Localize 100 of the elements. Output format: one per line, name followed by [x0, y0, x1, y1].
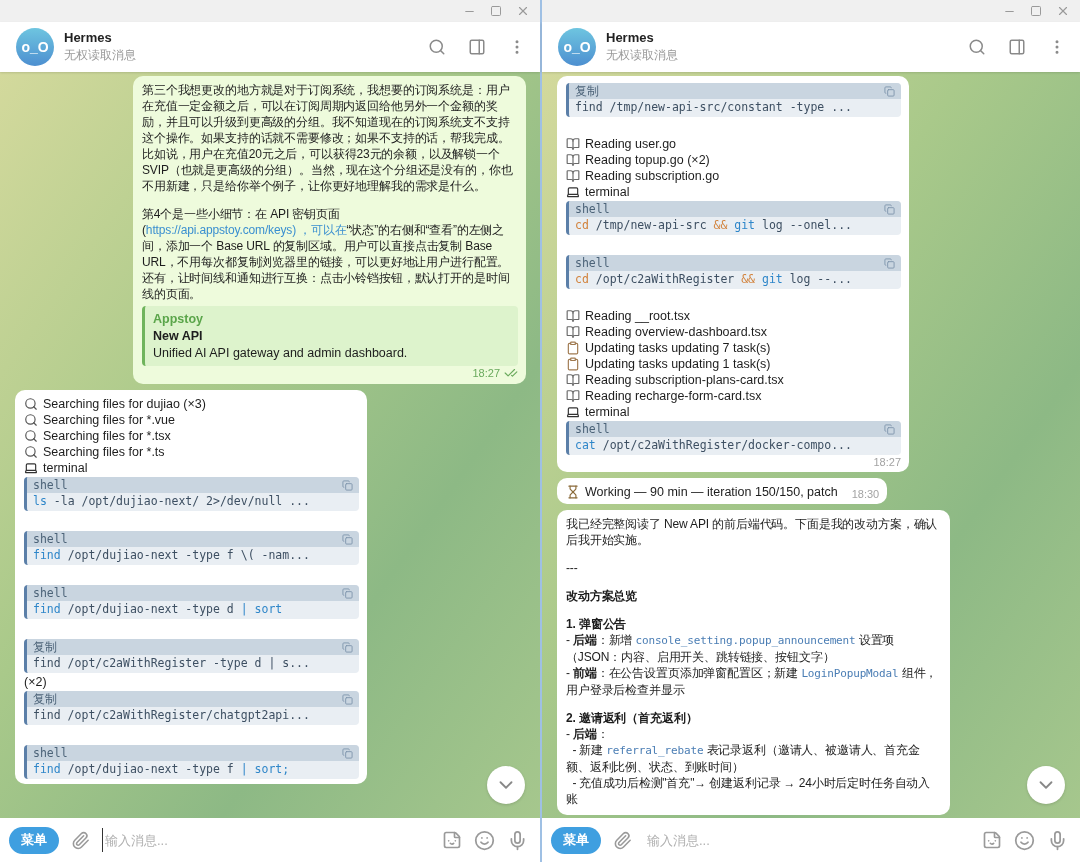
message-time: 18:27 [472, 367, 500, 379]
preview-site: Appstoy [153, 311, 204, 327]
activity-text: Reading topup.go (×2) [585, 152, 710, 168]
magnifier-icon [24, 445, 38, 459]
activity-text: Updating tasks updating 1 task(s) [585, 356, 771, 372]
scroll-down-button[interactable] [1027, 766, 1065, 804]
code-label: shell [33, 532, 68, 546]
open-book-icon [566, 169, 580, 183]
message-text: 第4个是一些小细节：在 API 密钥页面 (https://api.appstoy.com/keys) ，可以在“状态”的右侧和“查看”的左侧之间，添加一个 Base URL 的复制区域。用户可以直接点击复制 Base URL，不用每次都复制浏览器里的链接，可以更好地让用户进行配置。还有，让时间线和通知进行互换：点击小铃铛按钮，默认打开的是时间线的页面。 [142, 206, 511, 302]
message-text: 2. 邀请返利（首充返利） - 后端： - 新建 referral_rebate 表记录返利（邀请人、被邀请人、首充金额、返利比例、状态、到账时间） - 充值成功后检测"首充"→ 创建返利记录 → 24小时后定时任务自动入账 [566, 710, 932, 807]
message-text: --- [566, 560, 579, 576]
activity-text: Reading recharge-form-card.tsx [585, 388, 762, 404]
menu-button[interactable]: 菜单 [9, 826, 59, 854]
open-book-icon [566, 153, 580, 167]
message-input[interactable]: 输入消息... [644, 828, 970, 852]
activity-text: Reading subscription.go [585, 168, 720, 184]
activity-text: Working — 90 min — iteration 150/150, patch [585, 484, 838, 500]
copy-icon[interactable] [884, 203, 895, 215]
copy-icon[interactable] [342, 533, 353, 545]
code-label: shell [33, 746, 68, 760]
chat-status: 无权读取消息 [64, 47, 137, 64]
avatar[interactable]: o_O [558, 28, 596, 66]
message-input[interactable]: 输入消息... [102, 828, 430, 852]
open-book-icon [566, 389, 580, 403]
code-line: find /tmp/new-api-src/constant -type ... [574, 99, 853, 116]
code-label: shell [33, 586, 68, 600]
copy-icon[interactable] [342, 747, 353, 759]
activity-text: Searching files for *.tsx [43, 428, 171, 444]
copy-icon[interactable] [884, 257, 895, 269]
message-text: 我已经完整阅读了 New API 的前后端代码。下面是我的改动方案，确认后我开始实施。 [566, 516, 939, 548]
activity-text: Updating tasks updating 7 task(s) [585, 340, 771, 356]
avatar[interactable]: o_O [16, 28, 54, 66]
activity-text: terminal [585, 404, 630, 420]
link-preview[interactable]: Appstoy New API Unified AI API gateway and admin dashboard. [142, 306, 518, 366]
link[interactable]: https://api.appstoy.com/keys) ，可以在 [145, 223, 347, 237]
maximize-icon[interactable] [490, 5, 502, 17]
message-text: 第三个我想更改的地方就是对于订阅系统，我想要的订阅系统是：用户在充值一定金额之后，可以在订阅周期内返回给他另外一个金额的奖励，并且可以升级到更高级的分组。我不知道现在的订阅系统支不支持这个操作。如果支持的话就不需要修改；如果不支持的话，帮我完成。比如说，用户在充值20元之后，可以获得23元的余额，以及解锁一个SVIP（也就是更高级的分组）。当然，现在这个分组还是没有的，你也不用新建，只是给你举个例子，让你更好地理解我的需求是什么。 [142, 82, 514, 194]
code-line: find /opt/c2aWithRegister -type d | s... [32, 655, 311, 672]
code-line: cd /tmp/new-api-src && git log --onel... [574, 217, 853, 234]
code-label: shell [575, 256, 610, 270]
message-time: 18:30 [851, 488, 880, 500]
open-book-icon [566, 137, 580, 151]
activity-text: Searching files for dujiao (×3) [43, 396, 206, 412]
magnifier-icon [24, 413, 38, 427]
code-label: 复制 [33, 691, 57, 707]
code-label: shell [33, 478, 68, 492]
copy-icon[interactable] [342, 587, 353, 599]
code-line: cd /opt/c2aWithRegister && git log --... [574, 271, 853, 288]
laptop-icon [566, 405, 580, 419]
hourglass-icon [566, 485, 580, 499]
copy-icon[interactable] [342, 641, 353, 653]
activity-text: Searching files for *.ts [43, 444, 165, 460]
scroll-down-button[interactable] [487, 766, 525, 804]
copy-icon[interactable] [884, 423, 895, 435]
activity-text: terminal [43, 460, 88, 476]
code-label: shell [575, 202, 610, 216]
activity-text: Reading user.go [585, 136, 677, 152]
close-icon[interactable] [516, 4, 530, 18]
copy-icon[interactable] [342, 693, 353, 705]
activity-text: terminal [585, 184, 630, 200]
chat-title: Hermes [64, 30, 113, 45]
message-text: 1. 弹窗公告 - 后端：新增 console_setting.popup_announcement 设置项（JSON：内容、启用开关、跳转链接、按钮文字） - 前端：在公告设置页添加弹窗配置区；新建 LoginPopupModal 组件，用户登录后检查并显示 [566, 616, 939, 698]
maximize-icon[interactable] [1030, 5, 1042, 17]
laptop-icon [566, 185, 580, 199]
code-label: 复制 [33, 639, 57, 655]
sidebar-toggle-icon[interactable] [468, 38, 486, 56]
sticker-icon[interactable] [982, 830, 1002, 850]
preview-title: New API [153, 328, 204, 344]
close-icon[interactable] [1056, 4, 1070, 18]
magnifier-icon [24, 429, 38, 443]
code-line: find /opt/dujiao-next -type d | sort [32, 601, 284, 618]
menu-button[interactable]: 菜单 [551, 826, 601, 854]
sidebar-toggle-icon[interactable] [1008, 38, 1026, 56]
laptop-icon [24, 461, 38, 475]
code-line: find /opt/c2aWithRegister/chatgpt2api... [32, 707, 311, 724]
search-icon[interactable] [968, 38, 986, 56]
search-icon[interactable] [428, 38, 446, 56]
emoji-icon[interactable] [1014, 829, 1035, 851]
activity-text: Reading overview-dashboard.tsx [585, 324, 768, 340]
message-text: 改动方案总览 [566, 588, 639, 604]
activity-text: Reading __root.tsx [585, 308, 690, 324]
open-book-icon [566, 373, 580, 387]
emoji-icon[interactable] [474, 829, 495, 851]
chat-status: 无权读取消息 [606, 47, 679, 64]
chat-title: Hermes [606, 30, 655, 45]
code-label: 复制 [575, 83, 599, 99]
activity-text: Reading subscription-plans-card.tsx [585, 372, 784, 388]
code-line: find /opt/dujiao-next -type f \( -nam... [32, 547, 311, 564]
sticker-icon[interactable] [442, 830, 462, 850]
copy-icon[interactable] [342, 479, 353, 491]
paperclip-icon[interactable] [613, 830, 632, 850]
copy-icon[interactable] [884, 85, 895, 97]
message-time: 18:27 [873, 456, 901, 468]
paperclip-icon[interactable] [71, 830, 90, 850]
code-line: find /opt/dujiao-next -type f | sort; [32, 761, 291, 778]
preview-description: Unified AI API gateway and admin dashboard. [153, 345, 409, 361]
code-line: ls -la /opt/dujiao-next/ 2>/dev/null ... [32, 493, 311, 510]
magnifier-icon [24, 397, 38, 411]
clipboard-icon [566, 341, 580, 355]
code-line: cat /opt/c2aWithRegister/docker-compo... [574, 437, 853, 454]
